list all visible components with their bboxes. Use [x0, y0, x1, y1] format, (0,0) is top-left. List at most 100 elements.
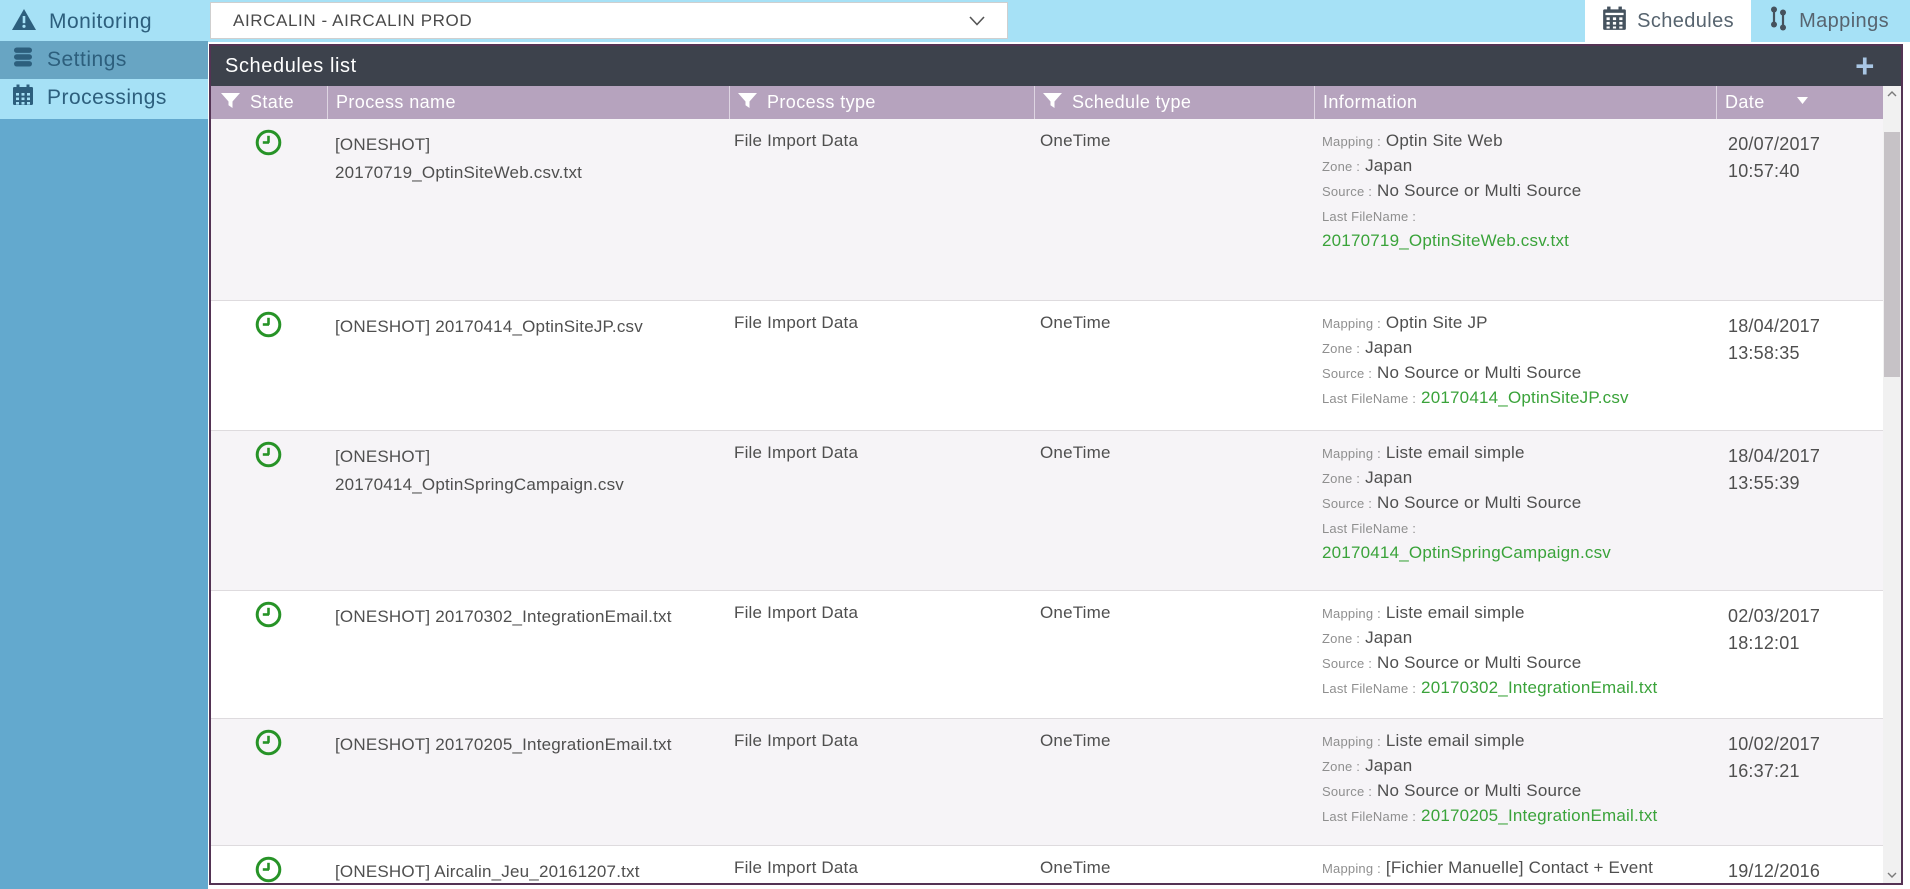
view-tabs: Schedules Mappings [1585, 0, 1906, 42]
source-label: Source : [1322, 656, 1373, 671]
state-cell [211, 301, 327, 430]
mapping-label: Mapping : [1322, 734, 1381, 749]
filter-icon[interactable] [221, 92, 240, 113]
vertical-scrollbar[interactable] [1883, 86, 1901, 883]
date-value: 02/03/2017 [1728, 606, 1821, 626]
tab-schedules[interactable]: Schedules [1585, 0, 1752, 42]
scroll-up-button[interactable] [1883, 86, 1901, 102]
zone-value: Japan [1365, 756, 1413, 775]
source-value: No Source or Multi Source [1377, 781, 1582, 800]
clock-state-icon [255, 311, 282, 342]
clock-state-icon [255, 441, 282, 472]
last-filename-label: Last FileName : [1322, 391, 1417, 406]
mapping-value: Liste email simple [1385, 731, 1525, 750]
clock-state-icon [255, 601, 282, 632]
last-filename-link[interactable]: 20170205_IntegrationEmail.txt [1421, 806, 1657, 825]
date-cell: 20/07/2017 10:57:40 [1716, 119, 1887, 300]
process-name: [ONESHOT] 20170302_IntegrationEmail.txt [335, 607, 672, 626]
filter-icon[interactable] [1043, 92, 1062, 113]
mapping-value: Optin Site Web [1385, 131, 1503, 150]
clock-state-icon [255, 129, 282, 160]
table-row[interactable]: [ONESHOT] 20170414_OptinSpringCampaign.c… [211, 431, 1901, 591]
date-cell: 18/04/2017 13:58:35 [1716, 301, 1887, 430]
schedule-type: OneTime [1040, 131, 1111, 150]
environment-dropdown[interactable]: AIRCALIN - AIRCALIN PROD [210, 2, 1008, 39]
table-row[interactable]: [ONESHOT] Aircalin_Jeu_20161207.txt File… [211, 846, 1901, 883]
process-name: [ONESHOT] Aircalin_Jeu_20161207.txt [335, 862, 640, 881]
sidebar-item-monitoring[interactable]: Monitoring [0, 3, 208, 41]
column-date[interactable]: Date [1716, 86, 1887, 119]
process-name: [ONESHOT] 20170414_OptinSpringCampaign.c… [335, 447, 624, 494]
table-row[interactable]: [ONESHOT] 20170302_IntegrationEmail.txt … [211, 591, 1901, 719]
column-label: Schedule type [1072, 92, 1192, 112]
table-row[interactable]: [ONESHOT] 20170719_OptinSiteWeb.csv.txt … [211, 119, 1901, 301]
process-type: File Import Data [734, 131, 859, 150]
filter-icon[interactable] [738, 92, 757, 113]
tab-mappings[interactable]: Mappings [1751, 0, 1906, 42]
last-filename-link[interactable]: 20170302_IntegrationEmail.txt [1421, 678, 1657, 697]
process-name: [ONESHOT] 20170205_IntegrationEmail.txt [335, 735, 672, 754]
date-value: 18/04/2017 [1728, 446, 1821, 466]
source-value: No Source or Multi Source [1377, 363, 1582, 382]
column-state: State [211, 86, 327, 119]
schedule-type: OneTime [1040, 603, 1111, 622]
time-value: 13:58:35 [1728, 343, 1800, 363]
mapping-label: Mapping : [1322, 606, 1381, 621]
table-row[interactable]: [ONESHOT] 20170205_IntegrationEmail.txt … [211, 719, 1901, 846]
process-name: [ONESHOT] 20170719_OptinSiteWeb.csv.txt [335, 135, 583, 182]
table-row[interactable]: [ONESHOT] 20170414_OptinSiteJP.csv File … [211, 301, 1901, 431]
zone-value: Japan [1365, 628, 1413, 647]
information-cell: Mapping : Optin Site Web Zone : Japan Sour… [1314, 119, 1716, 300]
column-label: Date [1725, 92, 1765, 112]
scrollbar-thumb[interactable] [1884, 132, 1900, 377]
topbar: AIRCALIN - AIRCALIN PROD Schedules Mappi… [208, 0, 1910, 42]
calendar-icon [12, 84, 34, 112]
information-cell: Mapping : [Fichier Manuelle] Contact + Ev… [1314, 846, 1716, 883]
schedule-type: OneTime [1040, 731, 1111, 750]
date-cell: 19/12/2016 [1716, 846, 1887, 883]
tab-label: Schedules [1637, 9, 1735, 32]
sidebar-item-processings[interactable]: Processings [0, 79, 208, 117]
date-value: 18/04/2017 [1728, 316, 1821, 336]
add-schedule-button[interactable]: + [1855, 48, 1887, 84]
database-icon [12, 46, 34, 74]
process-type: File Import Data [734, 731, 859, 750]
panel-header: Schedules list + [211, 46, 1901, 86]
state-cell [211, 431, 327, 590]
last-filename-link[interactable]: 20170719_OptinSiteWeb.csv.txt [1322, 231, 1569, 250]
time-value: 16:37:21 [1728, 761, 1800, 781]
panel-title: Schedules list [225, 54, 357, 77]
mapping-value: Optin Site JP [1385, 313, 1488, 332]
mapping-label: Mapping : [1322, 316, 1381, 331]
last-filename-label: Last FileName : [1322, 209, 1417, 224]
source-label: Source : [1322, 496, 1373, 511]
last-filename-link[interactable]: 20170414_OptinSiteJP.csv [1421, 388, 1629, 407]
zone-value: Japan [1365, 468, 1413, 487]
date-value: 19/12/2016 [1728, 861, 1821, 881]
date-cell: 10/02/2017 16:37:21 [1716, 719, 1887, 845]
date-value: 10/02/2017 [1728, 734, 1821, 754]
warning-icon [12, 8, 36, 36]
source-value: No Source or Multi Source [1377, 493, 1582, 512]
column-label: Information [1323, 92, 1418, 112]
environment-dropdown-value: AIRCALIN - AIRCALIN PROD [233, 10, 473, 30]
process-type: File Import Data [734, 603, 859, 622]
mapping-value: Liste email simple [1385, 603, 1525, 622]
column-process-name: Process name [327, 86, 729, 119]
information-cell: Mapping : Liste email simple Zone : Japan … [1314, 591, 1716, 718]
scroll-down-button[interactable] [1883, 867, 1901, 883]
last-filename-label: Last FileName : [1322, 681, 1417, 696]
state-cell [211, 591, 327, 718]
schedules-panel: Schedules list + State Process name Proc… [209, 44, 1903, 885]
chevron-down-icon [969, 11, 985, 31]
state-cell [211, 846, 327, 883]
column-process-type: Process type [729, 86, 1034, 119]
mapping-value: [Fichier Manuelle] Contact + Event [1385, 858, 1654, 877]
process-type: File Import Data [734, 858, 859, 877]
state-cell [211, 119, 327, 300]
last-filename-link[interactable]: 20170414_OptinSpringCampaign.csv [1322, 543, 1611, 562]
date-cell: 18/04/2017 13:55:39 [1716, 431, 1887, 590]
zone-label: Zone : [1322, 471, 1361, 486]
sidebar-item-settings[interactable]: Settings [0, 41, 208, 79]
column-label: Process name [336, 92, 456, 112]
